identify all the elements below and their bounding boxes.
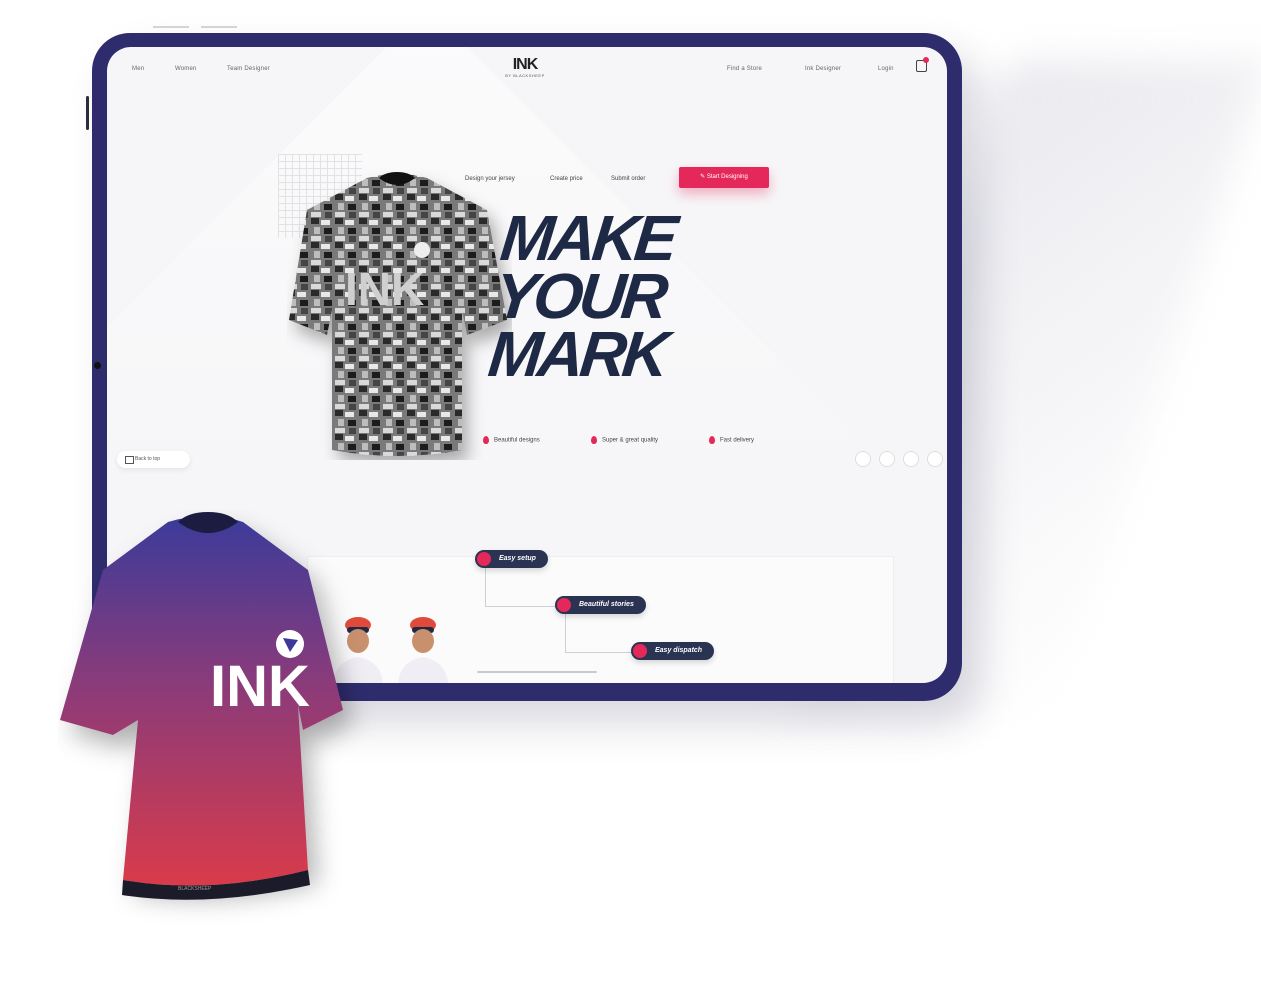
- tag-beautiful-stories[interactable]: Beautiful stories: [555, 596, 646, 614]
- more-icon[interactable]: [903, 451, 919, 467]
- feature-label: Fast delivery: [720, 437, 755, 444]
- hero-line-3: MARK: [485, 318, 669, 390]
- horizontal-scrollbar[interactable]: [477, 671, 597, 673]
- tablet-camera: [94, 362, 101, 369]
- drop-icon: [483, 436, 489, 444]
- feature-item: Beautiful designs: [483, 436, 540, 444]
- jersey-ink-text: INK: [345, 263, 424, 315]
- menu-icon[interactable]: [927, 451, 943, 467]
- hero-headline: MAKE YOUR MARK: [485, 202, 680, 390]
- search-icon[interactable]: [879, 451, 895, 467]
- tag-dot: [557, 598, 571, 612]
- pencil-icon: ✎: [700, 174, 707, 180]
- subnav-submit-order[interactable]: Submit order: [611, 176, 645, 182]
- nav-link-women[interactable]: Women: [175, 66, 197, 72]
- logo-subtext: BY BLACKSHEEP: [505, 73, 545, 78]
- feature-item: Super & great quality: [591, 436, 658, 444]
- top-nav: Men Women Team Designer INK BY BLACKSHEE…: [107, 47, 947, 97]
- subnav-design-jersey[interactable]: Design your jersey: [465, 176, 515, 182]
- start-designing-button[interactable]: ✎ Start Designing: [679, 167, 769, 188]
- back-to-top-pill[interactable]: Back to top: [117, 451, 190, 468]
- camo-jersey-image: INK: [289, 172, 507, 456]
- hero-line-2: YOUR: [491, 260, 668, 332]
- feature-label: Beautiful designs: [494, 437, 540, 444]
- share-icon[interactable]: [855, 451, 871, 467]
- brand-logo[interactable]: INK BY BLACKSHEEP: [500, 57, 550, 87]
- tag-easy-dispatch[interactable]: Easy dispatch: [631, 642, 715, 660]
- tree-line: [565, 613, 566, 653]
- nav-link-team-designer[interactable]: Team Designer: [227, 66, 270, 72]
- subnav-create-price[interactable]: Create price: [550, 176, 583, 182]
- drop-icon: [591, 436, 597, 444]
- start-designing-label: Start Designing: [706, 174, 748, 180]
- nav-link-men[interactable]: Men: [132, 66, 144, 72]
- rider-photo: [398, 617, 448, 683]
- logo-text: INK: [512, 56, 539, 73]
- hem-text: BLACKSHEEP: [178, 886, 212, 892]
- cart-badge: [923, 57, 929, 63]
- feature-label: Super & great quality: [602, 437, 659, 444]
- hero-line-1: MAKE: [497, 202, 678, 274]
- feature-item: Fast delivery: [709, 436, 754, 444]
- tree-line: [565, 652, 635, 653]
- device-side-button: [86, 96, 89, 130]
- gradient-jersey-image: INK BLACKSHEEP: [60, 512, 343, 900]
- image-icon: [125, 456, 134, 464]
- top-marks: [153, 26, 237, 29]
- tag-easy-setup[interactable]: Easy setup: [475, 550, 548, 568]
- nav-link-find-store[interactable]: Find a Store: [727, 66, 762, 72]
- tree-line: [485, 567, 486, 607]
- nav-link-login[interactable]: Login: [878, 66, 894, 72]
- nav-link-ink-designer[interactable]: Ink Designer: [805, 66, 841, 72]
- tag-dot: [633, 644, 647, 658]
- tag-dot: [477, 552, 491, 566]
- drop-icon: [709, 436, 715, 444]
- tree-line: [485, 606, 565, 607]
- pill-label: Back to top: [135, 456, 161, 462]
- jersey2-ink-text: INK: [210, 654, 310, 719]
